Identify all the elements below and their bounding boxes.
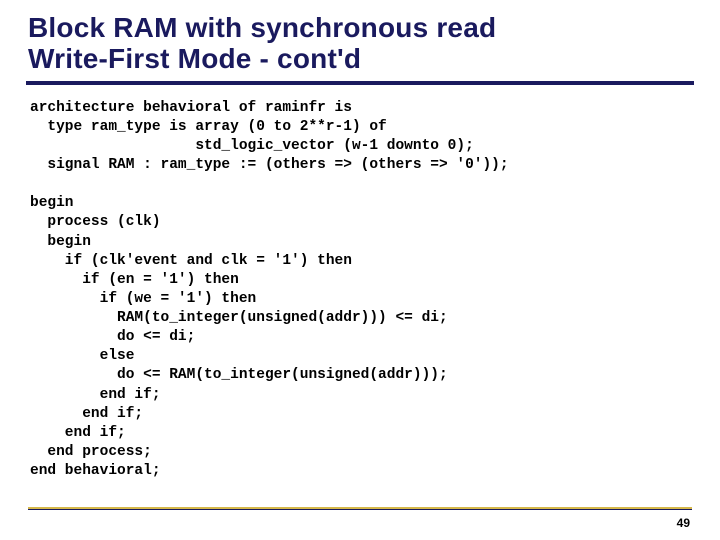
slide-title: Block RAM with synchronous read Write-Fi… (28, 12, 692, 81)
footer-divider (28, 507, 692, 510)
title-underline (26, 81, 694, 85)
code-block: architecture behavioral of raminfr is ty… (28, 99, 692, 482)
slide: Block RAM with synchronous read Write-Fi… (0, 0, 720, 540)
title-line-2: Write-First Mode - cont'd (28, 43, 361, 74)
page-number: 49 (677, 516, 690, 530)
title-line-1: Block RAM with synchronous read (28, 12, 496, 43)
